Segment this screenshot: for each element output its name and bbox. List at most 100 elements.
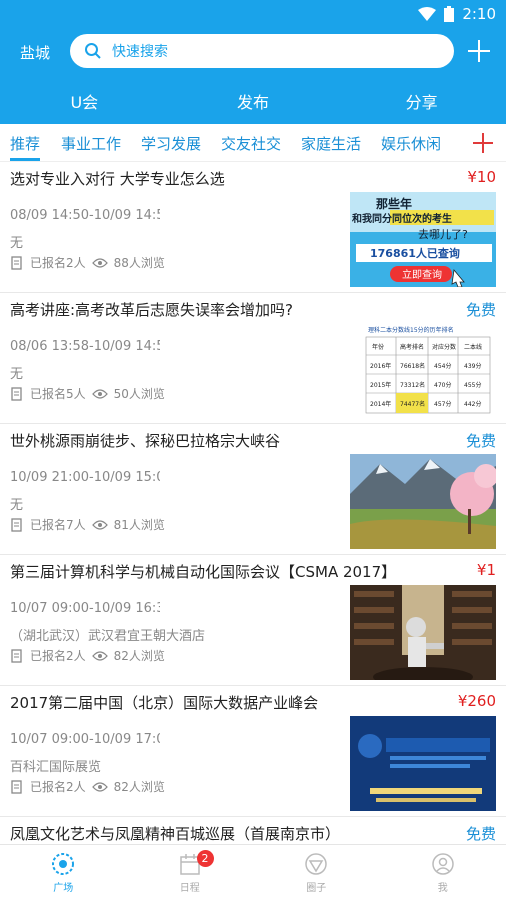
- event-thumbnail: [350, 454, 496, 549]
- table-cell: 455分: [464, 381, 481, 389]
- tab-plaza[interactable]: 广场: [0, 845, 127, 900]
- circle-icon: [305, 852, 327, 875]
- user-icon: [432, 852, 454, 875]
- event-thumbnail: 那些年 和我同分同位次的考生 去哪儿了? 176861人已查询 立即查询: [350, 192, 496, 287]
- event-signup: 已报名2人: [30, 780, 86, 794]
- event-time: 10/07 09:00-10/09 17:00: [10, 732, 160, 747]
- nav-item-share[interactable]: 分享: [337, 82, 506, 120]
- table-header-rank: 高考排名: [400, 343, 424, 351]
- event-views: 88人浏览: [113, 256, 165, 270]
- event-meta: 已报名2人 82人浏览: [10, 647, 165, 664]
- event-card[interactable]: 2017第二届中国（北京）国际大数据产业峰会 ¥260 10/07 09:00-…: [0, 686, 506, 817]
- tab-circle[interactable]: 圈子: [253, 845, 380, 900]
- event-views: 82人浏览: [113, 649, 165, 663]
- event-time: 10/09 21:00-10/09 15:00: [10, 470, 160, 485]
- bottom-tabbar: 广场 日程 2 圈子 我: [0, 844, 506, 900]
- thumb-line3: 去哪儿了?: [418, 228, 468, 241]
- event-card[interactable]: 第三届计算机科学与机械自动化国际会议【CSMA 2017】 ¥1 10/07 0…: [0, 555, 506, 686]
- tab-label: 我: [437, 882, 448, 894]
- table-cell: 2016年: [370, 362, 391, 370]
- table-cell: 442分: [464, 400, 481, 408]
- event-thumbnail: [350, 585, 496, 680]
- event-meta: 已报名2人 88人浏览: [10, 254, 165, 271]
- tab-label: 圈子: [306, 882, 327, 894]
- event-time: 08/09 14:50-10/09 14:50: [10, 208, 160, 223]
- add-icon[interactable]: [466, 38, 492, 64]
- tab-label: 广场: [53, 882, 74, 894]
- table-cell: 76618名: [400, 362, 425, 370]
- table-cell: 457分: [434, 400, 451, 408]
- event-card[interactable]: 世外桃源雨崩徒步、探秘巴拉格宗大峡谷 免费 10/09 21:00-10/09 …: [0, 424, 506, 555]
- signup-icon: [11, 255, 22, 270]
- event-title: 2017第二届中国（北京）国际大数据产业峰会: [10, 694, 319, 712]
- wifi-icon: [418, 7, 437, 21]
- event-meta: 已报名2人 82人浏览: [10, 778, 165, 795]
- eye-icon: [91, 519, 108, 530]
- thumb-caption: 理科二本分数线15分的历年排名: [368, 326, 454, 334]
- thumb-button: 立即查询: [402, 268, 442, 281]
- status-time: 2:10: [462, 5, 496, 23]
- signup-icon: [11, 648, 22, 663]
- thumb-number: 176861人已查询: [370, 246, 460, 260]
- event-meta: 已报名5人 50人浏览: [10, 385, 165, 402]
- eye-icon: [91, 650, 108, 661]
- event-title: 高考讲座:高考改革后志愿失误率会增加吗?: [10, 301, 294, 319]
- event-place: 无: [10, 367, 24, 382]
- eye-icon: [91, 781, 108, 792]
- plaza-icon: [52, 852, 75, 875]
- event-price: 免费: [465, 432, 496, 450]
- event-place: （湖北武汉）武汉君宜王朝大酒店: [10, 629, 206, 644]
- header: 2:10 盐城 快速搜索 U会 发布 分享: [0, 0, 506, 124]
- category-tabs: 推荐 事业工作 学习发展 交友社交 家庭生活 娱乐休闲: [0, 124, 506, 162]
- nav-item-uhui[interactable]: U会: [0, 82, 169, 120]
- main-nav: U会 发布 分享: [0, 82, 506, 120]
- eye-icon: [91, 257, 108, 268]
- category-tab-study[interactable]: 学习发展: [141, 133, 201, 154]
- event-title: 世外桃源雨崩徒步、探秘巴拉格宗大峡谷: [10, 432, 281, 450]
- event-thumbnail: [350, 716, 496, 811]
- event-title: 凤凰文化艺术与凤凰精神百城巡展（首展南京市）: [10, 825, 341, 843]
- event-views: 82人浏览: [113, 780, 165, 794]
- event-place: 百科汇国际展览: [10, 760, 102, 775]
- category-tab-leisure[interactable]: 娱乐休闲: [381, 133, 441, 154]
- event-card[interactable]: 选对专业入对行 大学专业怎么选 ¥10 08/09 14:50-10/09 14…: [0, 162, 506, 293]
- category-tab-family[interactable]: 家庭生活: [301, 133, 361, 154]
- event-card[interactable]: 凤凰文化艺术与凤凰精神百城巡展（首展南京市） 免费: [0, 817, 506, 843]
- table-cell: 2015年: [370, 381, 391, 389]
- event-title: 第三届计算机科学与机械自动化国际会议【CSMA 2017】: [10, 563, 397, 581]
- event-price: 免费: [465, 301, 496, 319]
- thumb-line2: 和我同分同位次的考生: [351, 212, 452, 225]
- event-views: 50人浏览: [113, 387, 165, 401]
- table-cell: 74477名: [400, 400, 425, 408]
- tab-schedule[interactable]: 日程 2: [127, 845, 254, 900]
- city-selector[interactable]: 盐城: [20, 42, 50, 63]
- event-signup: 已报名5人: [30, 387, 86, 401]
- active-tab-indicator: [10, 158, 40, 161]
- signup-icon: [11, 386, 22, 401]
- event-time: 10/07 09:00-10/09 16:30: [10, 601, 160, 616]
- search-placeholder: 快速搜索: [112, 44, 168, 60]
- category-tab-social[interactable]: 交友社交: [221, 133, 281, 154]
- event-thumbnail: 理科二本分数线15分的历年排名 年份 高考排名 对应分数 二本线 2016年 7…: [350, 323, 496, 418]
- search-icon: [85, 43, 101, 59]
- nav-item-publish[interactable]: 发布: [169, 82, 338, 120]
- table-cell: 2014年: [370, 400, 391, 408]
- category-tab-career[interactable]: 事业工作: [61, 133, 121, 154]
- event-signup: 已报名2人: [30, 256, 86, 270]
- status-bar: 2:10: [418, 4, 496, 24]
- event-signup: 已报名7人: [30, 518, 86, 532]
- tab-me[interactable]: 我: [380, 845, 506, 900]
- add-category-icon[interactable]: [470, 130, 496, 156]
- event-price: ¥10: [467, 168, 496, 186]
- tab-label: 日程: [179, 882, 200, 894]
- event-views: 81人浏览: [113, 518, 165, 532]
- category-tab-recommend[interactable]: 推荐: [10, 133, 40, 154]
- table-header-year: 年份: [372, 343, 384, 351]
- battery-icon: [444, 6, 455, 22]
- event-price: ¥260: [457, 692, 496, 710]
- signup-icon: [11, 517, 22, 532]
- signup-icon: [11, 779, 22, 794]
- search-bar[interactable]: 快速搜索: [70, 34, 454, 68]
- event-price: ¥1: [476, 561, 496, 579]
- event-card[interactable]: 高考讲座:高考改革后志愿失误率会增加吗? 免费 08/06 13:58-10/0…: [0, 293, 506, 424]
